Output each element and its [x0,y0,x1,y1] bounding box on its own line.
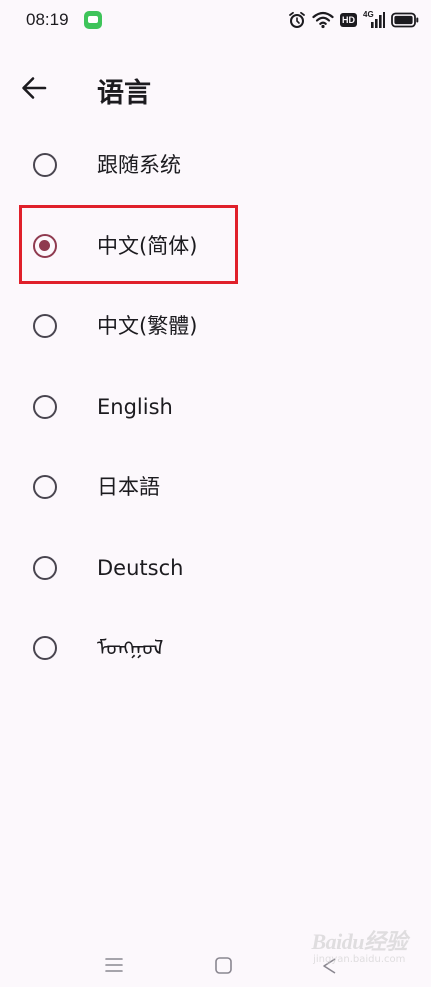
arrow-left-icon [22,77,47,99]
radio-button[interactable] [33,636,57,660]
baidu-jingyan-watermark: Baidu经验 jingyan.baidu.com [311,930,407,966]
radio-button[interactable] [33,555,57,580]
option-label: ᠮᠣᠩᠭᠣᠯ [97,636,164,660]
message-app-icon [84,11,102,29]
radio-button[interactable] [33,314,57,338]
watermark-url: jingyan.baidu.com [313,954,406,965]
alarm-clock-icon [289,11,305,28]
hd-badge: HD [340,13,357,27]
language-option-follow-system[interactable]: 跟随系统 [0,125,431,206]
option-label: 跟随系统 [97,153,181,177]
language-option-english[interactable]: English [0,367,431,448]
language-option-traditional-chinese[interactable]: 中文(繁體) [0,286,431,367]
radio-button[interactable] [33,153,57,177]
signal-bars-icon [371,12,385,28]
status-bar: 08:19 HD 4G [0,0,431,40]
battery-icon [391,12,419,28]
app-bar: 语言 [0,52,431,122]
radio-button[interactable] [33,394,57,419]
page-title: 语言 [97,78,151,109]
radio-button[interactable] [33,475,57,499]
signal-indicator: 4G [363,10,385,29]
language-option-mongolian[interactable]: ᠮᠣᠩᠭᠣᠯ [0,608,431,689]
highlight-annotation-box [19,205,238,284]
language-option-japanese[interactable]: 日本語 [0,447,431,528]
square-home-icon[interactable] [215,957,232,974]
option-label: English [97,394,173,419]
language-option-german[interactable]: Deutsch [0,528,431,609]
status-time: 08:19 [26,10,69,29]
wifi-icon [312,11,334,29]
option-label: 日本語 [97,475,160,499]
back-button[interactable] [14,68,54,108]
option-label: 中文(繁體) [97,314,198,338]
status-icons: HD 4G [288,9,419,31]
menu-lines-icon[interactable] [104,955,124,975]
watermark-logo: Baidu经验 [311,929,407,954]
option-label: Deutsch [97,555,184,580]
